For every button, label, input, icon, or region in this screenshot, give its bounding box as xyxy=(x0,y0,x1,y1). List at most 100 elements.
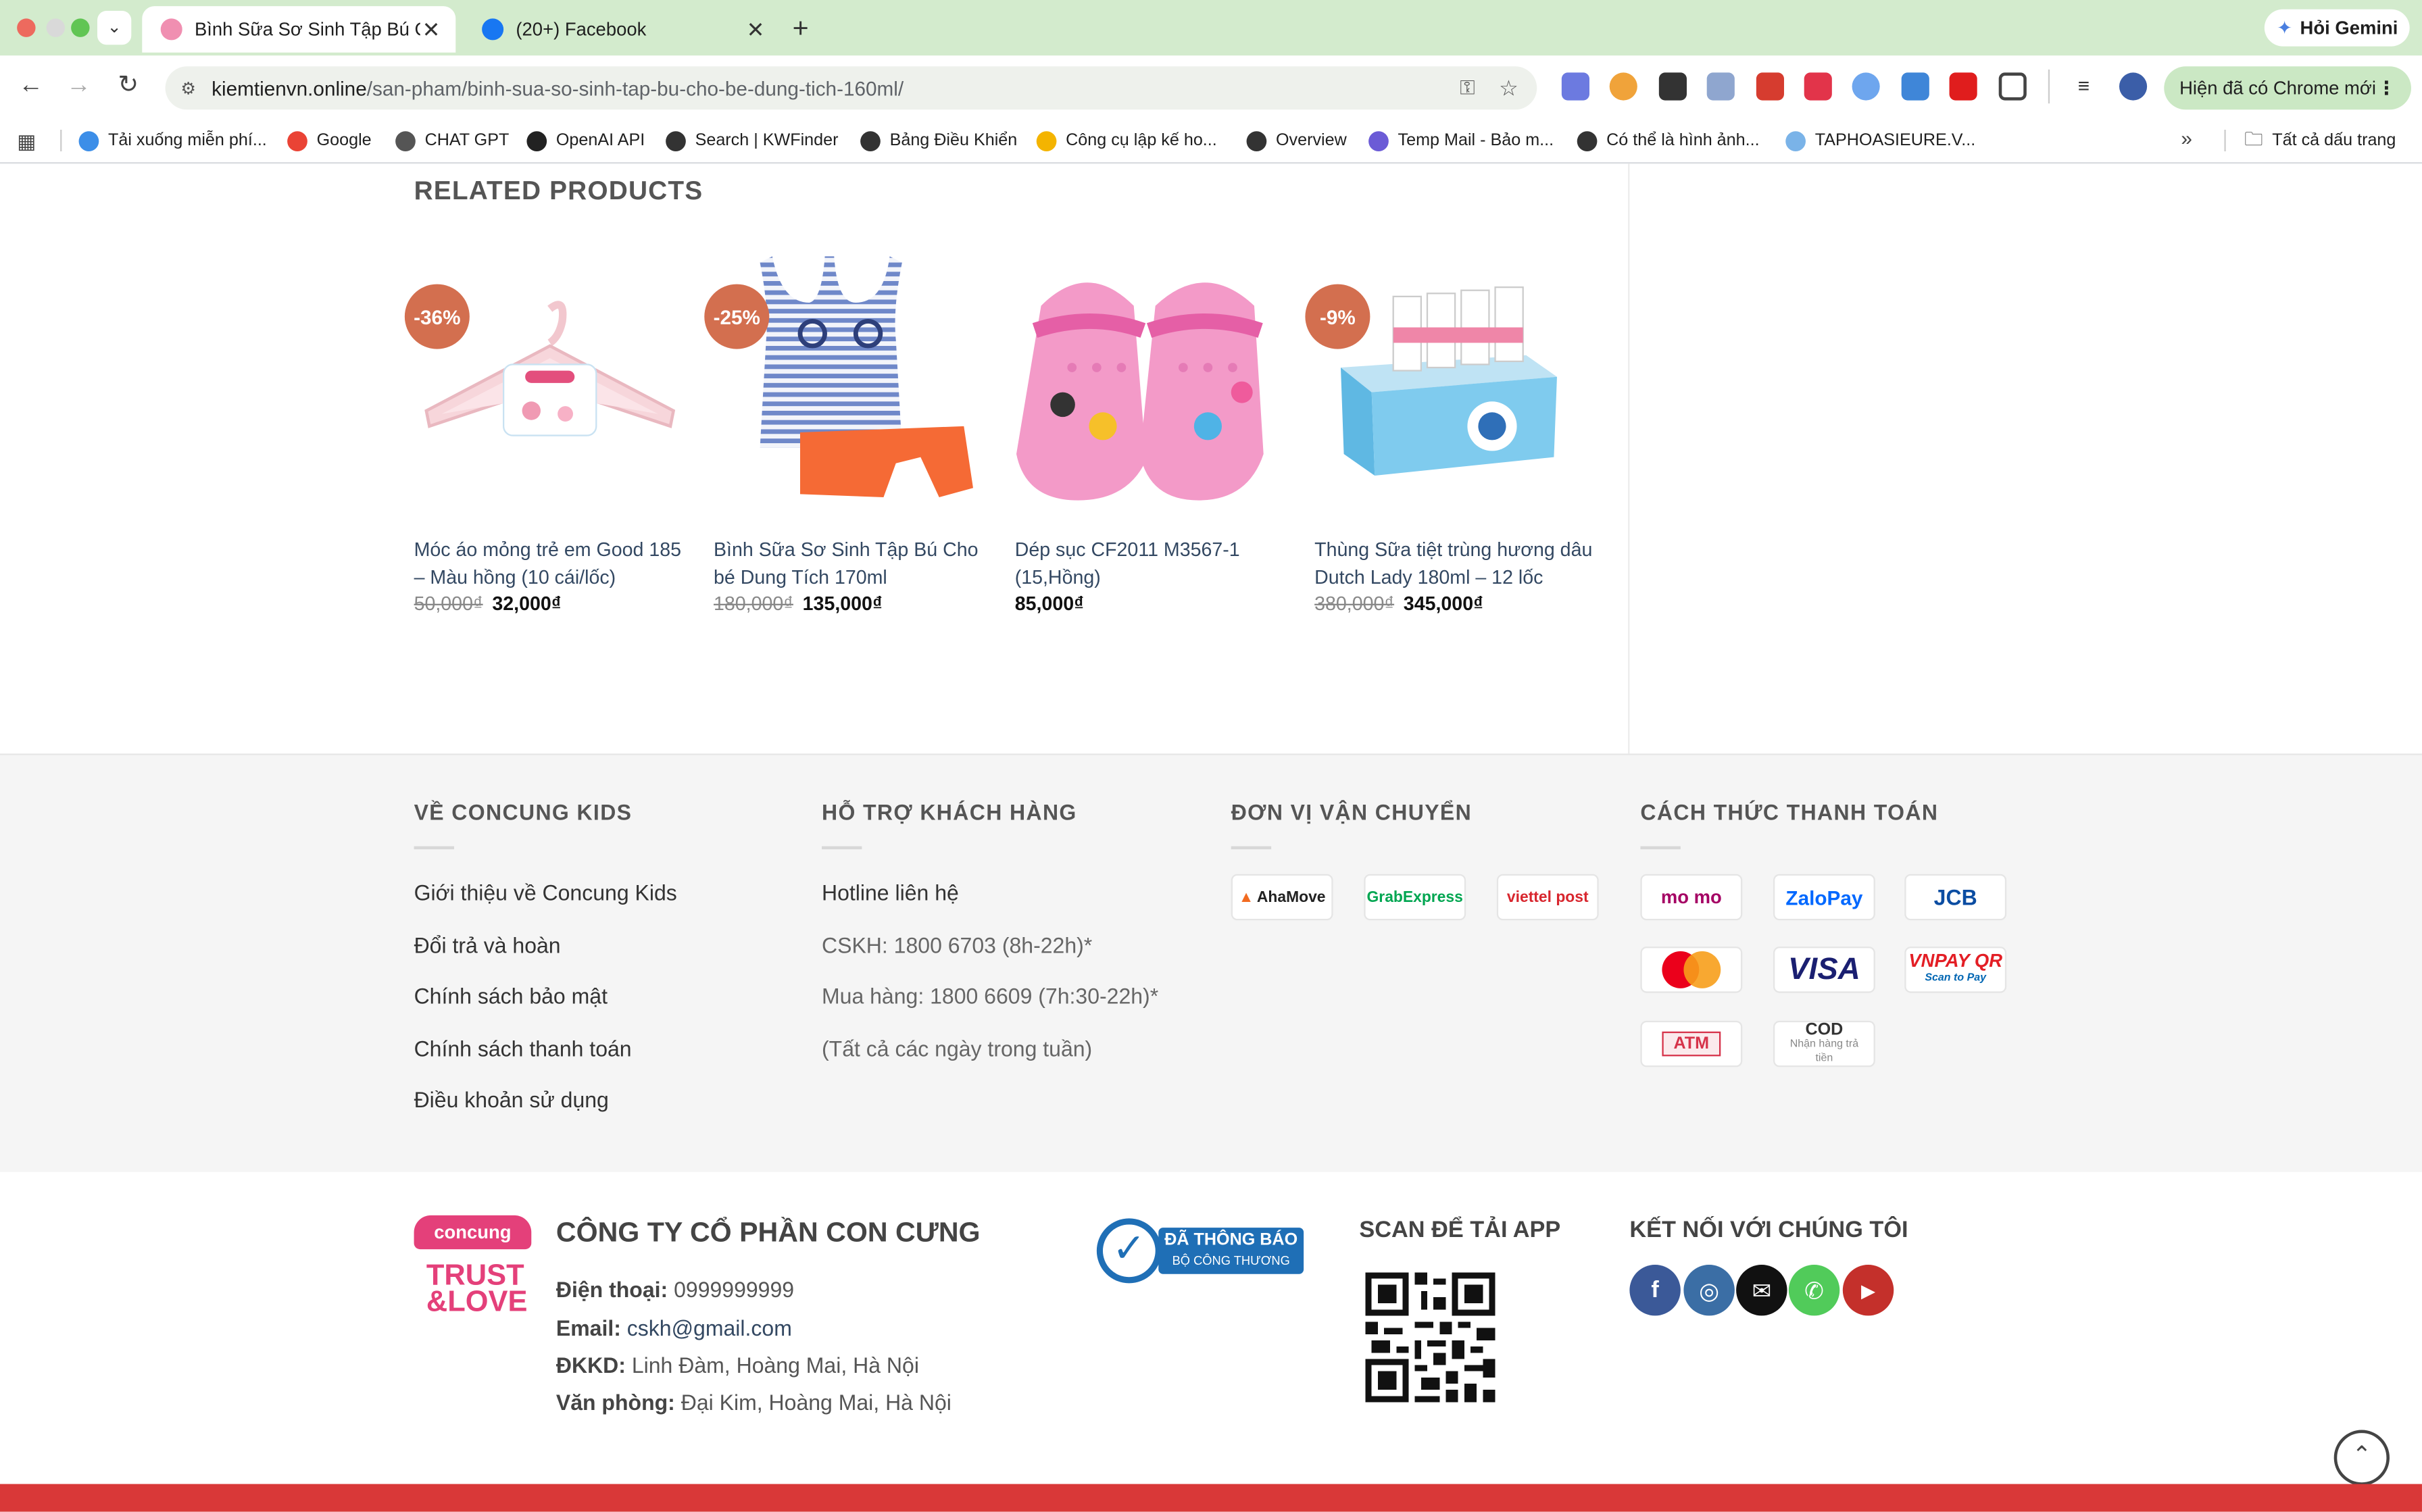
company-dkkd: ĐKKD: Linh Đàm, Hoàng Mai, Hà Nội xyxy=(556,1353,919,1378)
product-image[interactable] xyxy=(1010,244,1289,522)
discount-badge: -9% xyxy=(1305,284,1370,349)
product-name-link[interactable]: Bình Sữa Sơ Sinh Tập Bú Cho bé Dung Tích… xyxy=(714,536,995,591)
footer-link[interactable]: Giới thiệu về Concung Kids xyxy=(414,880,677,905)
heading-underline xyxy=(414,846,454,850)
bookmark-item[interactable]: OpenAI API xyxy=(526,128,645,153)
bookmark-item[interactable]: Bảng Điều Khiển xyxy=(860,128,1017,153)
jcb-logo: JCB xyxy=(1904,874,2007,921)
extension-chart-icon[interactable] xyxy=(1901,72,1929,101)
bookmark-item[interactable]: TAPHOASIEURE.V... xyxy=(1785,128,1975,153)
company-phone: Điện thoại: 0999999999 xyxy=(556,1277,794,1302)
old-price: 50,000₫ xyxy=(414,593,483,615)
gemini-button[interactable]: ✦ Hỏi Gemini xyxy=(2264,9,2410,47)
bookmark-item[interactable]: Search | KWFinder xyxy=(666,128,839,153)
bookmark-item[interactable]: Google xyxy=(287,128,372,153)
product-price: 50,000₫ 32,000₫ xyxy=(414,593,562,615)
extension-video-icon[interactable] xyxy=(1804,72,1832,101)
instagram-icon[interactable]: ◎ xyxy=(1683,1264,1735,1316)
bookmark-item[interactable]: Tải xuống miễn phí... xyxy=(78,128,267,153)
product-image[interactable] xyxy=(410,244,689,522)
phone-icon[interactable]: ✆ xyxy=(1788,1264,1840,1316)
cod-sub: Nhận hàng trả tiền xyxy=(1789,1038,1859,1063)
bookmark-star-icon[interactable]: ☆ xyxy=(1499,75,1518,101)
social-heading: KẾT NỐI VỚI CHÚNG TÔI xyxy=(1629,1217,1908,1243)
product-name-link[interactable]: Dép sục CF2011 M3567-1 (15,Hồng) xyxy=(1015,536,1296,591)
phone-value: 0999999999 xyxy=(674,1277,795,1302)
product-image[interactable] xyxy=(710,244,989,522)
hotline-label: Hotline liên hệ xyxy=(821,880,959,905)
sidebar-divider xyxy=(1628,163,1630,754)
bookmark-item[interactable]: CHAT GPT xyxy=(395,128,509,153)
extension-eyedropper-icon[interactable] xyxy=(1658,72,1687,101)
footer-heading-shipping: ĐƠN VỊ VẬN CHUYỂN xyxy=(1231,799,1473,825)
all-bookmarks-folder[interactable]: 🗀 Tất cả dấu trang xyxy=(2244,128,2396,153)
product-name-link[interactable]: Thùng Sữa tiệt trùng hương dâu Dutch Lad… xyxy=(1314,536,1596,591)
cod-logo: COD Nhận hàng trả tiền xyxy=(1773,1021,1875,1067)
address-bar[interactable]: ⚙ kiemtienvn.online/san-pham/binh-sua-so… xyxy=(165,66,1537,110)
media-queue-icon[interactable]: ≡ xyxy=(2069,72,2098,101)
facebook-icon[interactable]: f xyxy=(1629,1264,1681,1316)
close-tab-icon[interactable]: ✕ xyxy=(422,17,441,43)
back-icon[interactable]: ← xyxy=(16,71,47,102)
concung-logo[interactable]: concung xyxy=(414,1215,532,1250)
bookmark-item[interactable]: Công cụ lập kế ho... xyxy=(1036,128,1217,153)
footer-link[interactable]: Điều khoản sử dụng xyxy=(414,1087,609,1112)
password-key-icon[interactable]: ⚿ xyxy=(1460,76,1475,101)
extensions-puzzle-icon[interactable] xyxy=(1998,72,2027,101)
company-email: Email: cskh@gmail.com xyxy=(556,1315,792,1340)
google-icon xyxy=(287,130,307,151)
close-tab-icon[interactable]: ✕ xyxy=(747,17,765,43)
site-info-icon[interactable]: ⚙ xyxy=(180,78,196,98)
forward-icon[interactable]: → xyxy=(64,71,95,102)
bookmark-item[interactable]: Overview xyxy=(1246,128,1347,153)
mastercard-circles-icon xyxy=(1662,951,1721,988)
extension-s-icon[interactable] xyxy=(1756,72,1784,101)
product-name-link[interactable]: Móc áo mỏng trẻ em Good 185 – Màu hồng (… xyxy=(414,536,695,591)
email-link[interactable]: cskh@gmail.com xyxy=(627,1315,792,1340)
more-bookmarks-icon[interactable]: » xyxy=(2181,126,2192,149)
more-menu-icon[interactable]: ⋮ xyxy=(2377,77,2396,99)
milk-box-image xyxy=(1340,286,1557,476)
bookmark-item[interactable]: Có thể là hình ảnh... xyxy=(1577,128,1760,153)
extension-shield-icon[interactable] xyxy=(1706,72,1735,101)
bct-certification-badge[interactable]: ✓ ĐÃ THÔNG BÁO BỘ CÔNG THƯƠNG xyxy=(1096,1218,1304,1284)
apps-grid-icon[interactable]: ▦ xyxy=(17,130,36,155)
product-image[interactable] xyxy=(1310,244,1588,522)
chrome-update-button[interactable]: Hiện đã có Chrome mới ⋮ xyxy=(2164,66,2411,110)
maximize-window-button[interactable] xyxy=(71,18,90,37)
youtube-icon[interactable]: ▶ xyxy=(1842,1264,1894,1316)
close-window-button[interactable] xyxy=(17,18,36,37)
checkmark-icon: ✓ xyxy=(1112,1224,1146,1271)
old-price: 380,000₫ xyxy=(1314,593,1395,615)
extension-d-icon[interactable] xyxy=(1561,72,1589,101)
minimize-window-button[interactable] xyxy=(46,18,65,37)
footer-link[interactable]: Chính sách thanh toán xyxy=(414,1036,632,1061)
email-label: Email: xyxy=(555,1315,621,1340)
extension-youtube-icon[interactable] xyxy=(1949,72,1977,101)
company-name: CÔNG TY CỔ PHẦN CON CƯNG xyxy=(555,1217,981,1248)
product-price: 380,000₫ 345,000₫ xyxy=(1314,593,1483,615)
app-qr-code[interactable] xyxy=(1359,1266,1502,1409)
tab-facebook[interactable]: (20+) Facebook ✕ xyxy=(464,6,781,53)
reload-icon[interactable]: ↻ xyxy=(113,71,144,102)
company-office: Văn phòng: Đại Kim, Hoàng Mai, Hà Nội xyxy=(556,1390,952,1415)
dkkd-label: ĐKKD: xyxy=(555,1353,626,1378)
profile-avatar[interactable] xyxy=(2119,72,2148,101)
bookmark-item[interactable]: Temp Mail - Bảo m... xyxy=(1368,128,1554,153)
extension-circle-icon[interactable] xyxy=(1609,72,1637,101)
extension-search-icon[interactable] xyxy=(1852,72,1880,101)
new-tab-button[interactable]: + xyxy=(793,12,809,45)
tab-search-chevron-icon[interactable]: ⌄ xyxy=(97,10,132,45)
footer-link[interactable]: Đổi trả và hoàn xyxy=(414,933,561,958)
email-icon[interactable]: ✉ xyxy=(1736,1264,1787,1316)
tab-title: Bình Sữa Sơ Sinh Tập Bú Cho xyxy=(194,18,420,41)
app-scan-heading: SCAN ĐỂ TẢI APP xyxy=(1359,1217,1561,1243)
trust-love-logo: TRUST &LOVE xyxy=(426,1261,528,1317)
tab-active[interactable]: Bình Sữa Sơ Sinh Tập Bú Cho ✕ xyxy=(142,6,456,53)
old-price: 180,000₫ xyxy=(713,593,793,615)
viettelpost-logo: viettel post xyxy=(1496,874,1599,921)
footer-link[interactable]: Chính sách bảo mật xyxy=(414,984,608,1009)
mastercard-logo xyxy=(1640,947,1743,993)
back-to-top-button[interactable]: ⌃ xyxy=(2333,1430,2390,1486)
chatgpt-icon xyxy=(395,130,416,151)
